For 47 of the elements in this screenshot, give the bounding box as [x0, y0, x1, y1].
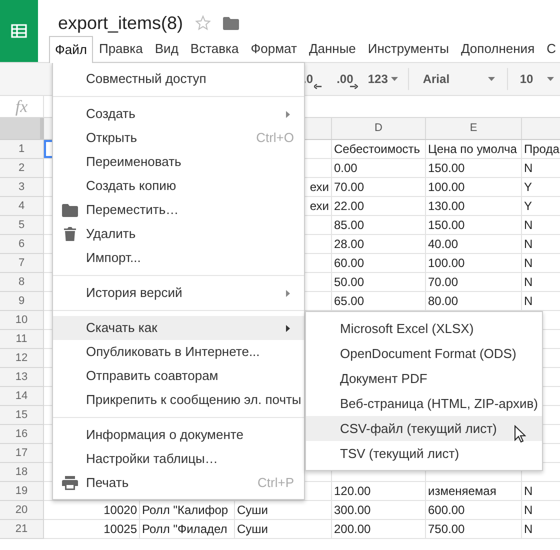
table-cell-text: 10025 — [104, 521, 137, 538]
table-cell-text: 28.00 — [334, 236, 364, 253]
table-cell-text: 85.00 — [334, 217, 364, 234]
table-cell-text: 60.00 — [334, 255, 364, 272]
table-cell-text: N — [524, 160, 533, 177]
table-cell-text: N — [524, 483, 533, 500]
table-cell-text: 100.00 — [428, 255, 465, 272]
table-cell-text: Себестоимость — [334, 141, 420, 158]
table-cell-text: 70.00 — [428, 274, 458, 291]
table-cell-text: ехи — [310, 179, 329, 196]
table-cell-text: 40.00 — [428, 236, 458, 253]
table-cell-text: 130.00 — [428, 198, 465, 215]
table-cell-text: Суши — [237, 521, 268, 538]
table-cell-text: N — [524, 502, 533, 519]
table-cell-text: Ролл "Филадел — [142, 521, 228, 538]
table-cell-text: N — [524, 274, 533, 291]
table-cell-text: 50.00 — [334, 274, 364, 291]
table-cell-text: 600.00 — [428, 502, 465, 519]
table-cell-text: 300.00 — [334, 502, 371, 519]
table-cell-text: Y — [524, 198, 532, 215]
table-cell-text: N — [524, 236, 533, 253]
table-cell-text: N — [524, 293, 533, 310]
table-cell-text: Прода — [524, 141, 560, 158]
table-cell-text: 65.00 — [334, 293, 364, 310]
table-cell-text: 80.00 — [428, 293, 458, 310]
table-cell-text: изменяемая — [428, 483, 496, 500]
formula-label: fx — [15, 96, 28, 116]
table-cell-text: Суши — [237, 502, 268, 519]
table-cell-text: 70.00 — [334, 179, 364, 196]
table-cell-text: ехи — [310, 198, 329, 215]
table-cell-text: 10020 — [104, 502, 137, 519]
table-cell-text: Y — [524, 179, 532, 196]
table-cell-text: 0.00 — [334, 160, 358, 177]
table-cell-text: 150.00 — [428, 217, 465, 234]
shortcut-label: Ctrl+P — [258, 474, 294, 492]
table-cell-text: 22.00 — [334, 198, 364, 215]
table-cell-text: Цена по умолча — [428, 141, 517, 158]
table-cell-text: 200.00 — [334, 521, 371, 538]
table-cell-text: 750.00 — [428, 521, 465, 538]
table-cell-text: Ролл "Калифор — [142, 502, 228, 519]
table-cell-text: 150.00 — [428, 160, 465, 177]
table-cell-text: N — [524, 521, 533, 538]
table-cell-text: N — [524, 255, 533, 272]
shortcut-label: Ctrl+O — [256, 129, 294, 148]
table-cell-text: 120.00 — [334, 483, 371, 500]
table-cell-text: 100.00 — [428, 179, 465, 196]
table-cell-text: N — [524, 217, 533, 234]
